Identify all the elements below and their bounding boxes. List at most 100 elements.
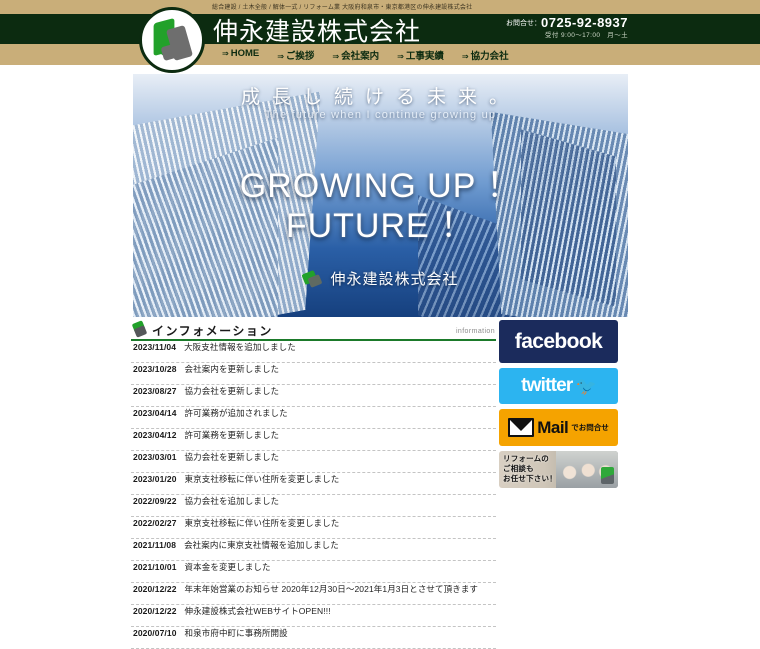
banner-facebook[interactable]: facebook bbox=[499, 320, 618, 363]
list-item[interactable]: 2020/12/22 伸永建設株式会社WEBサイトOPEN!!! bbox=[131, 605, 496, 627]
hero-slogan-line2: FUTURE ！ bbox=[285, 207, 476, 245]
news-text: 会社案内を更新しました bbox=[184, 364, 280, 374]
news-text: 東京支社移転に伴い住所を変更しました bbox=[184, 474, 340, 484]
news-date: 2020/12/22 bbox=[133, 584, 177, 594]
list-item[interactable]: 2020/12/22 年末年始営業のお知らせ 2020年12月30日～2021年… bbox=[131, 583, 496, 605]
nav-label: 会社案内 bbox=[341, 51, 380, 62]
reform-line2: ご相談も bbox=[503, 464, 534, 473]
news-text: 協力会社を更新しました bbox=[184, 386, 280, 396]
nav-item-home[interactable]: ⇒ HOME bbox=[222, 48, 259, 62]
information-header: インフォメーション information bbox=[131, 320, 496, 341]
arrow-right-icon: ⇒ bbox=[277, 52, 284, 61]
banner-reform[interactable]: リフォームの ご相談も お任せ下さい！ bbox=[499, 451, 618, 488]
nav-label: ご挨拶 bbox=[285, 51, 315, 62]
reform-line3: お任せ下さい！ bbox=[503, 474, 557, 483]
arrow-right-icon: ⇒ bbox=[332, 52, 340, 61]
section-title-en: information bbox=[455, 328, 495, 335]
arrow-right-icon: ⇒ bbox=[397, 52, 404, 61]
news-date: 2023/08/27 bbox=[133, 386, 177, 396]
news-date: 2020/07/10 bbox=[133, 628, 177, 638]
news-text: 年末年始営業のお知らせ 2020年12月30日～2021年1月3日とさせて頂きま… bbox=[184, 584, 479, 594]
nav-label: 工事実績 bbox=[405, 51, 444, 62]
news-date: 2022/02/27 bbox=[133, 518, 177, 528]
list-item[interactable]: 2022/09/22 協力会社を追加しました bbox=[131, 495, 496, 517]
news-text: 許可業務を更新しました bbox=[184, 430, 280, 440]
mail-label: Mail bbox=[537, 417, 569, 437]
news-date: 2023/01/20 bbox=[133, 474, 177, 484]
reform-line1: リフォームの bbox=[503, 454, 549, 463]
twitter-bird-icon: 🐦 bbox=[575, 376, 597, 396]
list-item[interactable]: 2020/07/10 和泉市府中町に事務所開設 bbox=[131, 627, 496, 649]
list-item[interactable]: 2022/02/27 東京支社移転に伴い住所を変更しました bbox=[131, 517, 496, 539]
nav-item-partner-companies[interactable]: ⇒ 協力会社 bbox=[462, 48, 509, 62]
site-tagline: 総合建設 / 土木全般 / 解体一式 / リフォーム業 大阪府和泉市・東京都港区… bbox=[212, 5, 473, 11]
company-logo-icon-small bbox=[301, 268, 323, 289]
list-item[interactable]: 2023/03/01 協力会社を更新しました bbox=[131, 451, 496, 473]
hero-company-name: 伸永建設株式会社 bbox=[330, 271, 459, 288]
list-item[interactable]: 2023/10/28 会社案内を更新しました bbox=[131, 363, 496, 385]
news-text: 会社案内に東京支社情報を追加しました bbox=[184, 540, 339, 550]
nav-item-company-info[interactable]: ⇒ 会社案内 bbox=[332, 48, 379, 62]
news-text: 協力会社を追加しました bbox=[184, 496, 280, 506]
company-logo-icon[interactable] bbox=[139, 7, 205, 73]
logo-gray-shape bbox=[308, 274, 323, 288]
nav-label: HOME bbox=[230, 48, 260, 59]
news-list: 2023/11/04 大阪支社情報を追加しました 2023/10/28 会社案内… bbox=[131, 341, 496, 649]
mail-sub-label: でお問合せ bbox=[571, 423, 609, 432]
list-item[interactable]: 2021/11/08 会社案内に東京支社情報を追加しました bbox=[131, 539, 496, 561]
page-title: 伸永建設株式会社 bbox=[213, 18, 422, 46]
twitter-banner-inner: twitter 🐦 bbox=[499, 368, 618, 404]
news-text: 和泉市府中町に事務所開設 bbox=[184, 628, 288, 638]
banner-twitter[interactable]: twitter 🐦 bbox=[499, 368, 618, 404]
contact-phone-row: お問合せ：0725-92-8937 bbox=[506, 15, 628, 30]
news-date: 2022/09/22 bbox=[133, 496, 177, 506]
news-text: 伸永建設株式会社WEBサイトOPEN!!! bbox=[184, 606, 331, 616]
twitter-label: twitter bbox=[521, 375, 573, 396]
nav-item-greeting[interactable]: ⇒ ご挨拶 bbox=[277, 48, 314, 62]
hero-slogan-line1: GROWING UP ！ bbox=[239, 167, 522, 205]
business-hours: 受付 9:00～17:00 月～土 bbox=[544, 32, 628, 39]
list-item[interactable]: 2021/10/01 資本金を変更しました bbox=[131, 561, 496, 583]
facebook-label: facebook bbox=[499, 320, 618, 363]
hero-logo-row: 伸永建設株式会社 bbox=[133, 268, 628, 289]
news-date: 2023/03/01 bbox=[133, 452, 177, 462]
main-navigation: ⇒ HOME ⇒ ご挨拶 ⇒ 会社案内 ⇒ 工事実績 ⇒ 協力会社 bbox=[222, 48, 509, 62]
hero-headline: 成長し続ける未来。 bbox=[240, 87, 520, 108]
news-date: 2021/10/01 bbox=[133, 562, 177, 572]
list-item[interactable]: 2023/01/20 東京支社移転に伴い住所を変更しました bbox=[131, 473, 496, 495]
hero-subtitle: The future when I continue growing up bbox=[264, 109, 497, 121]
news-text: 協力会社を更新しました bbox=[184, 452, 280, 462]
news-date: 2023/04/14 bbox=[133, 408, 177, 418]
nav-band: ⇒ HOME ⇒ ご挨拶 ⇒ 会社案内 ⇒ 工事実績 ⇒ 協力会社 bbox=[0, 44, 760, 65]
list-item[interactable]: 2023/08/27 協力会社を更新しました bbox=[131, 385, 496, 407]
news-date: 2020/12/22 bbox=[133, 606, 177, 616]
list-item[interactable]: 2023/04/12 許可業務を更新しました bbox=[131, 429, 496, 451]
mail-banner-inner: Mail でお問合せ bbox=[499, 409, 618, 446]
news-text: 許可業務が追加されました bbox=[184, 408, 288, 418]
news-text: 資本金を変更しました bbox=[184, 562, 271, 572]
arrow-right-icon: ⇒ bbox=[222, 49, 229, 58]
hero-slogan: GROWING UP ！ FUTURE ！ bbox=[133, 166, 628, 246]
reform-banner-inner: リフォームの ご相談も お任せ下さい！ bbox=[499, 451, 618, 488]
contact-separator: ： bbox=[534, 20, 542, 27]
hero-banner: 成長し続ける未来。 The future when I continue gro… bbox=[133, 74, 628, 317]
sidebar-banners: facebook twitter 🐦 Mail でお問合せ リフォームの ご相談… bbox=[499, 320, 618, 493]
news-text: 東京支社移転に伴い住所を変更しました bbox=[184, 518, 340, 528]
news-date: 2023/04/12 bbox=[133, 430, 177, 440]
news-date: 2023/10/28 bbox=[133, 364, 177, 374]
reform-photo bbox=[556, 451, 618, 488]
nav-label: 協力会社 bbox=[470, 51, 509, 62]
envelope-icon bbox=[508, 418, 535, 437]
news-date: 2021/11/08 bbox=[133, 540, 177, 550]
reform-text: リフォームの ご相談も お任せ下さい！ bbox=[503, 454, 557, 484]
nav-item-construction-results[interactable]: ⇒ 工事実績 bbox=[397, 48, 444, 62]
header-band: 伸永建設株式会社 お問合せ：0725-92-8937 受付 9:00～17:00… bbox=[0, 14, 760, 46]
news-date: 2023/11/04 bbox=[133, 342, 177, 352]
list-item[interactable]: 2023/11/04 大阪支社情報を追加しました bbox=[131, 341, 496, 363]
list-item[interactable]: 2023/04/14 許可業務が追加されました bbox=[131, 407, 496, 429]
arrow-right-icon: ⇒ bbox=[461, 52, 469, 61]
phone-number[interactable]: 0725-92-8937 bbox=[541, 15, 628, 30]
contact-block: お問合せ：0725-92-8937 受付 9:00～17:00 月～土 bbox=[506, 15, 628, 39]
section-title: インフォメーション bbox=[152, 324, 273, 338]
banner-mail-contact[interactable]: Mail でお問合せ bbox=[499, 409, 618, 446]
